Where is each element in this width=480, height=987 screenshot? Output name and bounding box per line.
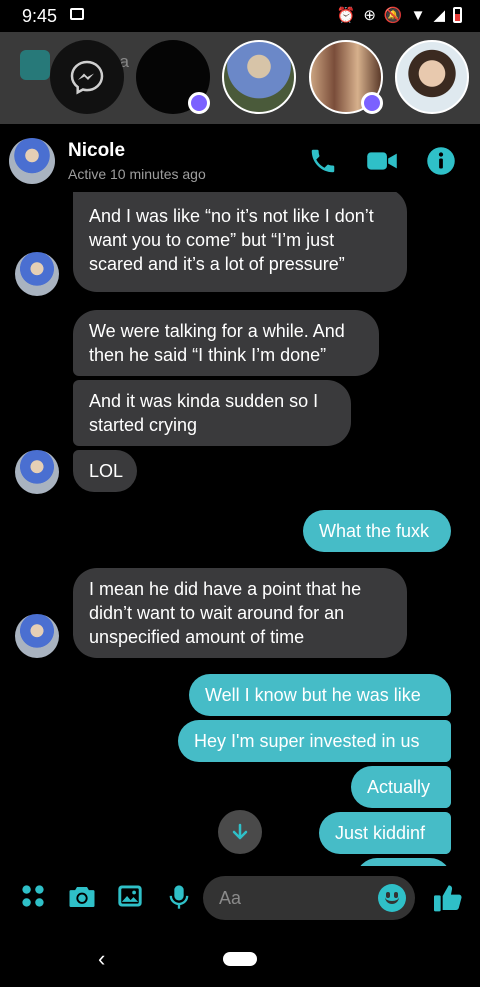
camera-button[interactable] — [67, 882, 97, 912]
signal-icon: ◢ — [433, 7, 445, 24]
four-dots-icon — [22, 885, 44, 907]
scroll-to-bottom-button[interactable] — [218, 810, 262, 854]
message-bubble-outgoing[interactable]: What the fuxk — [303, 510, 451, 552]
gallery-button[interactable] — [116, 882, 146, 912]
info-button[interactable] — [426, 146, 456, 176]
battery-icon — [453, 7, 462, 23]
camera-icon — [69, 887, 95, 907]
chat-heads-bar: ea — [0, 32, 480, 124]
notification-image-icon — [70, 8, 84, 20]
message-list[interactable]: And I was like “no it’s not like I don’t… — [0, 192, 480, 866]
image-icon — [118, 885, 142, 907]
status-icons: ⏰ ⊕ 🔕 ▼ ◢ — [337, 6, 462, 24]
contact-name[interactable]: Nicole — [68, 140, 125, 162]
message-bubble-incoming[interactable]: And I was like “no it’s not like I don’t… — [73, 192, 407, 292]
video-camera-icon — [367, 152, 397, 170]
message-bubble-outgoing[interactable]: Actually — [351, 766, 451, 808]
emoji-button[interactable] — [378, 884, 406, 912]
microphone-icon — [169, 885, 189, 909]
active-status: Active 10 minutes ago — [68, 166, 206, 182]
unread-badge — [188, 92, 210, 114]
unread-badge — [361, 92, 383, 114]
info-icon — [427, 147, 455, 175]
message-bubble-incoming[interactable]: And it was kinda sudden so I started cry… — [73, 380, 351, 446]
like-button[interactable] — [432, 882, 462, 912]
data-saver-icon: ⊕ — [363, 7, 376, 24]
alarm-icon: ⏰ — [336, 7, 356, 24]
phone-icon — [311, 149, 335, 173]
home-pill-button[interactable] — [223, 952, 257, 966]
message-composer — [0, 870, 480, 930]
arrow-down-icon — [232, 823, 248, 840]
back-chevron-icon[interactable]: ‹ — [98, 946, 105, 972]
message-bubble-incoming[interactable]: We were talking for a while. And then he… — [73, 310, 379, 376]
sender-avatar[interactable] — [15, 252, 59, 296]
conversation-header: Nicole Active 10 minutes ago — [0, 126, 480, 192]
contact-avatar[interactable] — [9, 138, 55, 184]
message-bubble-outgoing[interactable]: Hey I'm super invested in us — [178, 720, 451, 762]
message-bubble-incoming[interactable]: LOL — [73, 450, 137, 492]
smiley-icon — [385, 897, 399, 904]
background-app-icon — [20, 50, 50, 80]
message-bubble-outgoing[interactable]: Just kiddinf — [319, 812, 451, 854]
voice-call-button[interactable] — [308, 146, 338, 176]
sender-avatar[interactable] — [15, 614, 59, 658]
message-bubble-incoming[interactable]: I mean he did have a point that he didn’… — [73, 568, 407, 658]
messenger-chat-head[interactable] — [50, 40, 124, 114]
wifi-icon: ▼ — [410, 6, 426, 24]
message-bubble-outgoing[interactable]: Well I know but he was like — [189, 674, 451, 716]
voice-record-button[interactable] — [165, 882, 195, 912]
more-actions-button[interactable] — [19, 882, 49, 912]
mute-icon: 🔕 — [383, 7, 403, 24]
sender-avatar[interactable] — [15, 450, 59, 494]
thumbs-up-icon — [434, 885, 462, 912]
chat-head-3[interactable] — [222, 40, 296, 114]
status-time: 9:45 — [22, 6, 58, 26]
chat-head-5[interactable] — [395, 40, 469, 114]
conversation-panel: Nicole Active 10 minutes ago And I was l… — [0, 126, 480, 930]
messenger-icon — [70, 60, 104, 95]
status-bar: 9:45 ⏰ ⊕ 🔕 ▼ ◢ — [0, 0, 480, 32]
video-call-button[interactable] — [366, 146, 397, 176]
message-bubble-outgoing-partial[interactable] — [356, 858, 451, 866]
system-nav-bar: ‹ — [0, 930, 480, 987]
